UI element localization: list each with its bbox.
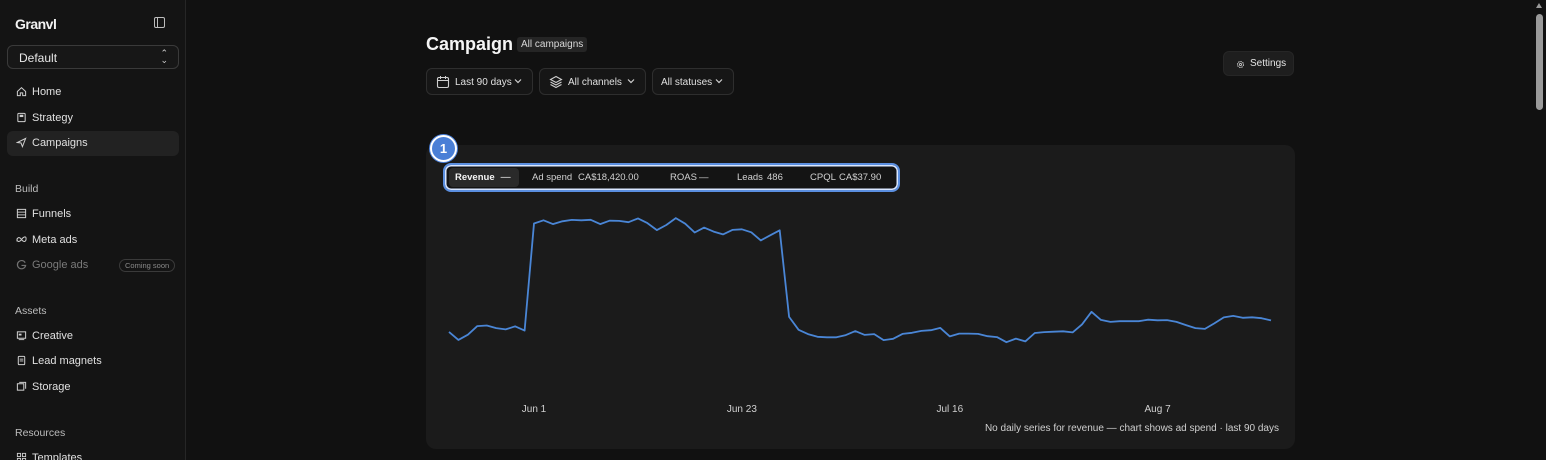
sidebar-item-label: Meta ads <box>32 234 78 246</box>
sidebar-item-campaigns[interactable]: Campaigns <box>7 131 179 156</box>
sidebar-item-label: Storage <box>32 381 71 393</box>
sidebar-item-home[interactable]: Home <box>7 80 179 105</box>
scrollbar-thumb[interactable] <box>1536 14 1543 110</box>
chevron-down-icon <box>514 79 522 84</box>
layers-icon <box>549 75 563 89</box>
x-axis-tick-label: Jun 23 <box>727 404 757 415</box>
sidebar-item-label: Campaigns <box>32 137 88 149</box>
sidebar-item-storage[interactable]: Storage <box>7 375 179 400</box>
sidebar-item-label: Creative <box>32 330 73 342</box>
x-axis-tick-label: Jul 16 <box>936 404 963 415</box>
channel-filter[interactable]: All channels <box>539 68 646 95</box>
metric-revenue[interactable]: Revenue — <box>449 168 519 187</box>
metric-cpql-value: CA$37.90 <box>839 172 882 183</box>
workspace-selector[interactable]: Default ⌃ ⌄ <box>7 45 179 69</box>
section-title-resources: Resources <box>15 427 66 439</box>
grid-icon <box>16 452 27 460</box>
app-logo[interactable]: Granvl <box>15 16 57 32</box>
status-filter[interactable]: All statuses <box>652 68 734 95</box>
metric-revenue-value: — <box>500 172 511 183</box>
file-icon <box>17 355 26 366</box>
settings-button[interactable]: Settings <box>1223 51 1294 76</box>
workspace-label: Default <box>19 51 58 65</box>
sidebar-item-label: Lead magnets <box>32 355 102 367</box>
campaign-scope-badge: All campaigns <box>517 37 588 52</box>
sidebar-item-strategy[interactable]: Strategy <box>7 106 179 131</box>
page-scrollbar[interactable] <box>1533 0 1546 460</box>
metrics-summary-bar[interactable]: Revenue — Ad spend CA$18,420.00 ROAS — Le… <box>443 163 900 192</box>
send-icon <box>16 137 27 148</box>
section-title-build: Build <box>15 183 39 195</box>
date-range-filter[interactable]: Last 90 days <box>426 68 533 95</box>
sidebar: Granvl Default ⌃ ⌄ Home Strategy Campaign… <box>0 0 186 460</box>
book-icon <box>17 112 26 123</box>
page-title: Campaign <box>426 34 514 54</box>
annotation-marker: 1 <box>430 135 457 162</box>
sidebar-item-label: Templates <box>32 452 83 460</box>
scroll-up-arrow-icon[interactable] <box>1536 3 1542 8</box>
x-axis-tick-label: Aug 7 <box>1145 404 1172 415</box>
home-icon <box>16 86 27 97</box>
metric-cpql-label: CPQL <box>810 172 836 183</box>
sidebar-item-google-ads: Google ads Coming soon <box>7 253 179 278</box>
metric-leads-value: 486 <box>767 172 783 183</box>
sidebar-item-label: Strategy <box>32 112 73 124</box>
sidebar-item-label: Funnels <box>32 208 72 220</box>
chevron-up-down-icon: ⌃ ⌄ <box>160 48 168 65</box>
chart-footnote: No daily series for revenue — chart show… <box>984 423 1279 434</box>
metric-ad-spend-label: Ad spend <box>532 172 573 183</box>
settings-label: Settings <box>1250 58 1287 69</box>
sidebar-item-label: Google ads <box>32 259 89 271</box>
x-axis-tick-label: Jun 1 <box>522 404 547 415</box>
metric-roas-value: — <box>699 172 709 183</box>
ad-spend-line-chart: Jun 1Jun 23Jul 16Aug 7Aug 29 <box>448 217 1272 415</box>
sidebar-item-meta-ads[interactable]: Meta ads <box>7 228 179 253</box>
calendar-icon <box>436 76 450 89</box>
date-range-label: Last 90 days <box>455 77 512 88</box>
sidebar-item-funnels[interactable]: Funnels <box>7 202 179 227</box>
sidebar-item-lead-magnets[interactable]: Lead magnets <box>7 349 179 374</box>
gear-icon <box>1236 60 1245 69</box>
metric-roas-label: ROAS <box>670 172 697 183</box>
chevron-down-icon <box>627 79 635 84</box>
sidebar-toggle-icon[interactable] <box>154 17 165 28</box>
image-icon <box>16 331 27 341</box>
ad-spend-series-line <box>448 217 1272 344</box>
meta-icon <box>16 236 27 242</box>
storage-icon <box>16 381 27 391</box>
metric-ad-spend-value: CA$18,420.00 <box>578 172 639 183</box>
google-icon <box>16 259 27 270</box>
sidebar-item-templates[interactable]: Templates <box>7 446 179 460</box>
chevron-down-icon <box>715 79 723 84</box>
funnel-icon <box>16 208 27 219</box>
metric-revenue-label: Revenue <box>455 172 495 183</box>
sidebar-item-creative[interactable]: Creative <box>7 324 179 349</box>
metric-leads-label: Leads <box>737 172 763 183</box>
status-label: All statuses <box>661 77 713 88</box>
sidebar-item-label: Home <box>32 86 62 98</box>
section-title-assets: Assets <box>15 305 47 317</box>
coming-soon-badge: Coming soon <box>119 259 176 272</box>
channel-label: All channels <box>568 77 622 88</box>
